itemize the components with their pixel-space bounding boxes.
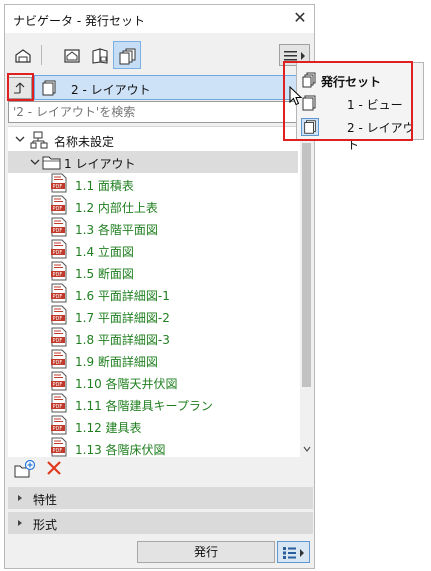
tree-folder-label: 1 レイアウト [64,157,136,171]
list-item[interactable]: PDF 1.9 断面詳細図 [50,349,290,371]
window-title: ナビゲータ - 発行セット [13,14,145,28]
mouse-cursor-icon [289,86,303,106]
svg-text:PDF: PDF [53,294,63,300]
pdf-file-icon: PDF [51,305,67,325]
pdf-file-icon: PDF [51,349,67,369]
list-item[interactable]: PDF 1.6 平面詳細図-1 [50,283,290,305]
list-item[interactable]: PDF 1.8 平面詳細図-3 [50,327,290,349]
tree-root[interactable]: 名称未設定 [14,129,294,151]
toolbar-divider [41,45,42,65]
layout-set-icon [42,80,56,96]
list-item[interactable]: PDF 1.1 面積表 [50,173,290,195]
format-section[interactable]: 形式 [8,512,313,534]
svg-text:PDF: PDF [53,316,63,322]
svg-text:PDF: PDF [53,338,63,344]
list-item-label: 1.9 断面詳細図 [75,355,158,369]
layout-book-button[interactable] [85,41,113,69]
pdf-file-icon: PDF [51,393,67,413]
folder-icon [42,156,61,170]
set-selector[interactable]: 2 - レイアウト [34,75,312,100]
vertical-scrollbar[interactable] [300,127,313,457]
list-item-label: 1.8 平面詳細図-3 [75,333,170,347]
svg-text:PDF: PDF [53,250,63,256]
pdf-file-icon: PDF [51,239,67,259]
list-item[interactable]: PDF 1.13 各階床伏図 [50,437,290,457]
project-map-button[interactable] [8,41,36,69]
list-item-label: 1.11 各階建具キープラン [75,399,213,413]
expand-arrow-icon [18,520,22,526]
list-item-label: 1.3 各階平面図 [75,223,158,237]
pdf-file-icon: PDF [51,173,67,193]
search-box [8,101,313,123]
svg-text:PDF: PDF [53,206,63,212]
view-map-button[interactable] [57,41,85,69]
list-view-icon [283,547,304,559]
highlight-box-up-button [7,73,34,101]
list-item[interactable]: PDF 1.10 各階天井伏図 [50,371,290,393]
tree-folder-row[interactable]: 1 レイアウト [8,151,298,173]
publish-button[interactable]: 発行 [137,541,275,563]
close-icon[interactable]: ✕ [290,8,310,28]
properties-section[interactable]: 特性 [8,487,313,509]
scroll-down-icon[interactable] [303,445,311,453]
list-item[interactable]: PDF 1.7 平面詳細図-2 [50,305,290,327]
pdf-file-icon: PDF [51,195,67,215]
search-input[interactable] [11,103,307,121]
svg-text:PDF: PDF [53,382,63,388]
tree-actions [5,457,314,483]
delete-icon[interactable] [45,459,63,477]
chevron-down-icon[interactable] [29,156,41,168]
publisher-sets-icon [119,48,136,65]
svg-text:PDF: PDF [53,426,63,432]
bottom-bar: 発行 [5,537,314,568]
list-item-label: 1.5 断面図 [75,267,134,281]
publisher-tree: 名称未設定 1 レイアウト PDF 1.1 面積表 PDF 1.2 内部仕上表 PD… [8,126,313,457]
list-item-label: 1.7 平面詳細図-2 [75,311,170,325]
list-item-label: 1.4 立面図 [75,245,134,259]
new-folder-icon[interactable] [13,459,37,479]
svg-text:PDF: PDF [53,228,63,234]
properties-label: 特性 [33,493,58,507]
pdf-file-icon: PDF [51,437,67,457]
navigator-palette: ナビゲータ - 発行セット ✕ 2 - レイアウト '2 - レイアウト'を検索… [4,4,315,569]
pdf-file-icon: PDF [51,261,67,281]
project-map-icon [15,49,31,63]
list-item-label: 1.13 各階床伏図 [75,443,166,457]
svg-text:PDF: PDF [53,360,63,366]
svg-text:PDF: PDF [53,272,63,278]
title-bar: ナビゲータ - 発行セット ✕ [5,5,314,33]
svg-text:PDF: PDF [53,184,63,190]
tree-root-label: 名称未設定 [54,135,115,149]
list-item-label: 1.6 平面詳細図-1 [75,289,170,303]
format-label: 形式 [33,518,58,532]
view-map-icon [64,49,80,63]
pdf-file-icon: PDF [51,371,67,391]
map-toolbar [5,41,314,71]
selector-value: 2 - レイアウト [71,83,151,97]
list-item[interactable]: PDF 1.11 各階建具キープラン [50,393,290,415]
svg-text:PDF: PDF [53,448,63,454]
pdf-file-icon: PDF [51,283,67,303]
publisher-set-icon [30,131,48,149]
list-item[interactable]: PDF 1.2 内部仕上表 [50,195,290,217]
list-item[interactable]: PDF 1.3 各階平面図 [50,217,290,239]
list-item-label: 1.12 建具表 [75,421,142,435]
chevron-down-icon[interactable] [14,133,26,145]
pdf-file-icon: PDF [51,217,67,237]
list-item[interactable]: PDF 1.4 立面図 [50,239,290,261]
list-item-label: 1.10 各階天井伏図 [75,377,178,391]
layout-book-icon [92,48,108,64]
pdf-file-icon: PDF [51,327,67,347]
list-item-label: 1.2 内部仕上表 [75,201,158,215]
list-item[interactable]: PDF 1.12 建具表 [50,415,290,437]
pdf-file-icon: PDF [51,415,67,435]
list-item-label: 1.1 面積表 [75,179,134,193]
publisher-sets-button[interactable] [113,41,141,69]
expand-arrow-icon [18,495,22,501]
view-options-button[interactable] [277,541,310,563]
list-item[interactable]: PDF 1.5 断面図 [50,261,290,283]
svg-text:PDF: PDF [53,404,63,410]
scrollbar-thumb[interactable] [302,143,311,387]
